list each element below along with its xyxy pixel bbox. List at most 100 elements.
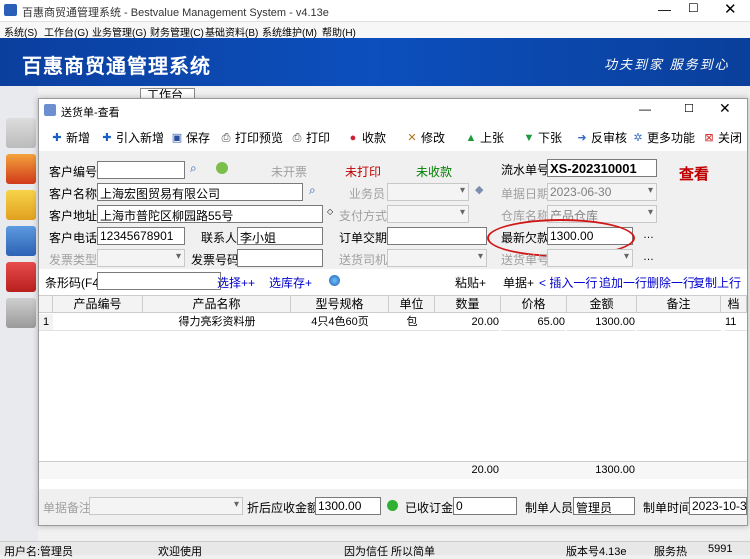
insert-row-link[interactable]: < 插入一行 — [539, 274, 597, 291]
menu-business[interactable]: 业务管理(G) — [92, 24, 146, 39]
app-title-bar: 百惠商贸通管理系统 - Bestvalue Management System … — [0, 0, 750, 22]
shortcut-1-button[interactable] — [6, 118, 36, 148]
col-header-note[interactable]: 备注 — [637, 296, 721, 313]
date-picker[interactable]: 2023-06-30 — [547, 183, 657, 201]
menu-help[interactable]: 帮助(H) — [322, 24, 356, 39]
delete-row-link[interactable]: 删除一行 — [647, 274, 695, 291]
print-button[interactable]: ⎙ 打印 — [291, 129, 330, 146]
new-button[interactable]: ✚ 新增 — [51, 129, 90, 146]
col-header-name[interactable]: 产品名称 — [143, 296, 291, 313]
cell-note[interactable] — [637, 314, 721, 331]
search-icon[interactable]: ⌕ — [190, 161, 197, 176]
total-amount: 1300.00 — [595, 464, 635, 476]
stock-select-link[interactable]: 选库存+ — [269, 274, 312, 291]
dialog-minimize-icon[interactable]: — — [639, 102, 651, 116]
shortcut-6-button[interactable] — [6, 298, 36, 328]
select-plus-link[interactable]: 选择++ — [217, 274, 255, 291]
ship-type-select[interactable] — [97, 249, 185, 267]
address-field[interactable]: 上海市普陀区柳园路55号 — [97, 205, 323, 223]
view-stamp: 查看 — [679, 167, 710, 183]
received-field[interactable]: 0 — [453, 497, 517, 515]
col-header-amount[interactable]: 金额 — [567, 296, 637, 313]
next-button[interactable]: ▼ 下张 — [523, 129, 562, 146]
customer-code-field[interactable] — [97, 161, 185, 179]
add-row-link[interactable]: 追加一行 — [599, 274, 647, 291]
cell-price[interactable]: 65.00 — [501, 314, 565, 331]
invoice-no-field[interactable] — [237, 249, 323, 267]
contact-field[interactable]: 李小姐 — [237, 227, 323, 245]
shortcut-4-button[interactable] — [6, 226, 36, 256]
col-header-price[interactable]: 价格 — [501, 296, 567, 313]
prev-button[interactable]: ▲ 上张 — [465, 129, 504, 146]
address-label: 客户地址 — [49, 209, 98, 223]
customer-name-label: 客户名称 — [49, 187, 98, 201]
barcode-input[interactable] — [97, 272, 221, 290]
paste-button[interactable]: 粘贴+ — [455, 274, 486, 291]
globe-icon[interactable] — [329, 275, 340, 286]
driver-select[interactable] — [387, 249, 487, 267]
new-label: 新增 — [66, 131, 91, 145]
cell-extra[interactable]: 11 — [725, 314, 747, 331]
customer-code-label: 客户编号 — [49, 165, 98, 179]
save-button[interactable]: ▣ 保存 — [171, 129, 210, 146]
plus-icon: ✚ — [102, 131, 112, 144]
print-preview-button[interactable]: ⎙ 打印预览 — [220, 129, 283, 146]
import-new-button[interactable]: ✚ 引入新增 — [101, 129, 164, 146]
dialog-maximize-icon[interactable]: ☐ — [684, 102, 694, 115]
pay-method-select[interactable] — [387, 205, 469, 223]
col-header-code[interactable]: 产品编号 — [53, 296, 143, 313]
dialog-title-bar: 送货单-查看 — ☐ ✕ — [39, 99, 747, 123]
driver-label: 送货司机 — [339, 253, 388, 267]
ship-no-select[interactable] — [547, 249, 633, 267]
edit-button[interactable]: ✕ 修改 — [406, 129, 445, 146]
phone-field[interactable]: 12345678901 — [97, 227, 185, 245]
banner-slogan: 功夫到家 服务到心 — [604, 57, 730, 72]
cell-spec[interactable]: 4只4色60页 — [291, 314, 389, 331]
cell-code[interactable] — [53, 314, 143, 331]
customer-lookup-icon[interactable] — [216, 162, 228, 174]
shortcut-3-button[interactable] — [6, 190, 36, 220]
copy-up-link[interactable]: 复制上行 — [693, 274, 741, 291]
close-button[interactable]: ⊠ 关闭 — [703, 129, 742, 146]
note-label: 单据备注 — [43, 501, 92, 515]
menu-basic-data[interactable]: 基础资料(B) — [205, 24, 258, 39]
eraser-icon[interactable]: ◆ — [475, 183, 483, 196]
status-motto: 因为信任 所以简单 — [344, 546, 436, 558]
receive-payment-button[interactable]: ● 收款 — [347, 129, 386, 146]
app-title: 百惠商贸通管理系统 - Bestvalue Management System … — [22, 7, 329, 19]
cell-name[interactable]: 得力亮彩资料册 — [143, 314, 291, 331]
salesman-select[interactable] — [387, 183, 469, 201]
menu-finance[interactable]: 财务管理(C) — [150, 24, 204, 39]
minimize-icon[interactable]: — — [658, 2, 671, 17]
col-header-spec[interactable]: 型号规格 — [291, 296, 389, 313]
maximize-icon[interactable]: ☐ — [688, 1, 699, 15]
debt-more-button[interactable]: … — [643, 229, 654, 241]
cell-amount[interactable]: 1300.00 — [567, 314, 635, 331]
cell-unit[interactable]: 包 — [389, 314, 435, 331]
ship-no-more-button[interactable]: … — [643, 251, 654, 263]
menu-maintenance[interactable]: 系统维护(M) — [262, 24, 317, 39]
unaudit-button[interactable]: ➜ 反审核 — [576, 129, 627, 146]
more-label: 更多功能 — [647, 131, 696, 145]
note-select[interactable] — [89, 497, 243, 515]
col-header-unit[interactable]: 单位 — [389, 296, 435, 313]
menu-workbench[interactable]: 工作台(G) — [44, 24, 88, 39]
shortcut-2-button[interactable] — [6, 154, 36, 184]
document-button[interactable]: 单据+ — [503, 274, 534, 291]
search-icon[interactable]: ⌕ — [309, 183, 316, 198]
coins-icon: ● — [349, 131, 357, 144]
customer-name-field[interactable]: 上海宏图贸易有限公司 — [97, 183, 303, 201]
cell-qty[interactable]: 20.00 — [435, 314, 499, 331]
serial-field[interactable]: XS-202310001 — [547, 159, 657, 177]
menu-system[interactable]: 系统(S) — [4, 24, 37, 39]
totals-row: 20.00 1300.00 — [39, 461, 747, 479]
col-header-qty[interactable]: 数量 — [435, 296, 501, 313]
close-icon[interactable]: ✕ — [724, 0, 737, 18]
more-functions-button[interactable]: ✲ 更多功能 — [632, 129, 695, 146]
status-welcome: 欢迎使用 — [158, 546, 202, 558]
shortcut-5-button[interactable] — [6, 262, 36, 292]
order-date-field[interactable] — [387, 227, 487, 245]
col-header-extra[interactable]: 档 — [721, 296, 747, 313]
status-bar: 用户名:管理员 欢迎使用 因为信任 所以简单 版本号4.13e 服务热 5991 — [0, 541, 750, 558]
dialog-close-icon[interactable]: ✕ — [719, 100, 731, 117]
